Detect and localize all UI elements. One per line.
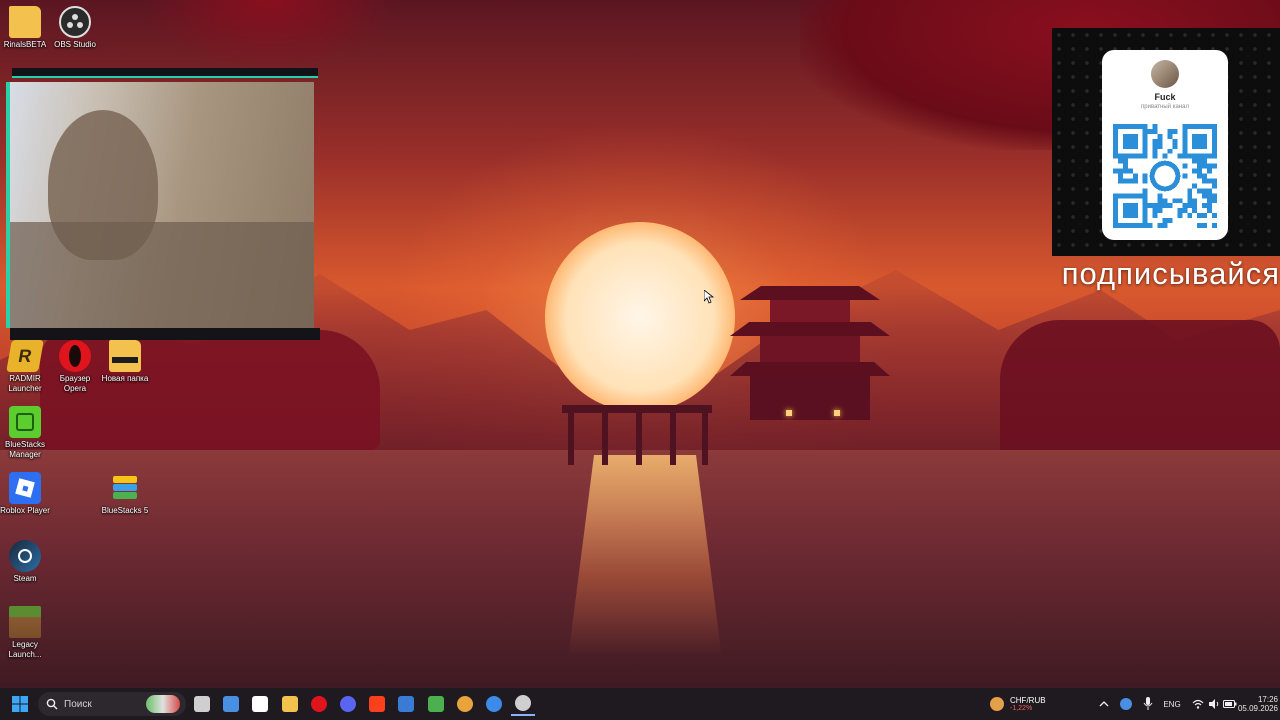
desktop-icon-label: BlueStacks Manager bbox=[4, 440, 46, 459]
subscribe-caption: подписывайся bbox=[1061, 256, 1280, 291]
minecraft-icon bbox=[9, 606, 41, 638]
desktop: RinalsBETA OBS Studio R RADMIR Launcher … bbox=[0, 0, 1280, 688]
radeon-icon bbox=[486, 696, 502, 712]
bluestacks-icon bbox=[109, 472, 141, 504]
taskbar-app-radeon[interactable] bbox=[482, 692, 506, 716]
taskbar-app-opera[interactable] bbox=[307, 692, 331, 716]
taskbar-app-widgets[interactable] bbox=[219, 692, 243, 716]
roblox-icon bbox=[9, 472, 41, 504]
currency-widget[interactable]: CHF/RUB -1,22% bbox=[990, 692, 1050, 716]
taskbar-app-obs[interactable] bbox=[511, 692, 535, 716]
clock-time: 17:26 bbox=[1257, 695, 1278, 704]
microsoft-store-icon bbox=[398, 696, 414, 712]
wallpaper-sun bbox=[545, 222, 735, 412]
channel-name: Fuck bbox=[1154, 92, 1176, 102]
steam-icon bbox=[9, 540, 41, 572]
show-hidden-icons-button[interactable] bbox=[1092, 692, 1116, 716]
desktop-icon-roblox-player[interactable]: Roblox Player bbox=[0, 472, 50, 516]
obs-icon bbox=[515, 695, 531, 711]
radmir-icon: R bbox=[6, 340, 44, 372]
yandex-icon bbox=[369, 696, 385, 712]
chromium-icon bbox=[457, 696, 473, 712]
tray-app-button[interactable] bbox=[1114, 692, 1138, 716]
taskbar-app-task-view[interactable] bbox=[190, 692, 214, 716]
webcam-header-bar bbox=[12, 68, 318, 78]
taskbar: Поиск CHF/RUB -1,22% ENG 17:26 05.09.202… bbox=[0, 688, 1280, 720]
qr-card: Fuck приватный канал bbox=[1102, 50, 1228, 240]
channel-type: приватный канал bbox=[1141, 104, 1189, 110]
taskbar-app-discord[interactable] bbox=[336, 692, 360, 716]
desktop-icon-label: Новая папка bbox=[101, 374, 149, 383]
desktop-icon-label: BlueStacks 5 bbox=[101, 506, 149, 515]
taskbar-app-microsoft-store[interactable] bbox=[394, 692, 418, 716]
microphone-button[interactable] bbox=[1136, 692, 1160, 716]
taskbar-search-box[interactable]: Поиск bbox=[38, 692, 186, 716]
taskbar-app-bluestacks[interactable] bbox=[424, 692, 448, 716]
desktop-icon-bluestacks-manager[interactable]: BlueStacks Manager bbox=[0, 406, 50, 460]
desktop-icon-obs-studio[interactable]: OBS Studio bbox=[50, 6, 100, 50]
folder-icon bbox=[9, 6, 41, 38]
wallpaper-bridge bbox=[562, 405, 712, 465]
widgets-icon bbox=[223, 696, 239, 712]
obs-icon bbox=[59, 6, 91, 38]
webcam-feed bbox=[10, 82, 314, 328]
opera-icon bbox=[311, 696, 327, 712]
task-view-icon bbox=[194, 696, 210, 712]
desktop-icon-label: Roblox Player bbox=[0, 506, 50, 515]
taskbar-app-file-explorer[interactable] bbox=[278, 692, 302, 716]
folder-icon bbox=[109, 340, 141, 372]
qr-code bbox=[1113, 124, 1217, 228]
desktop-icon-rinalsbeta[interactable]: RinalsBETA bbox=[0, 6, 50, 50]
search-icon bbox=[46, 698, 58, 710]
bluestacks-manager-icon bbox=[9, 406, 41, 438]
channel-avatar bbox=[1151, 60, 1179, 88]
webcam-overlay bbox=[0, 68, 320, 340]
chevron-up-icon bbox=[1099, 701, 1109, 707]
tray-app-icon bbox=[1120, 698, 1132, 710]
clock-date: 05.09.2026 bbox=[1237, 704, 1278, 713]
microphone-icon bbox=[1143, 697, 1153, 710]
desktop-icon-new-folder[interactable]: Новая папка bbox=[100, 340, 150, 384]
desktop-icon-radmir-launcher[interactable]: R RADMIR Launcher bbox=[0, 340, 50, 394]
desktop-icon-label: Steam bbox=[13, 574, 37, 583]
desktop-icon-label: Legacy Launch... bbox=[8, 640, 42, 659]
desktop-icon-bluestacks-5[interactable]: BlueStacks 5 bbox=[100, 472, 150, 516]
desktop-icon-opera[interactable]: Браузер Opera bbox=[50, 340, 100, 394]
webcam-frame-bottom bbox=[10, 328, 320, 340]
wallpaper-pagoda bbox=[730, 272, 890, 452]
search-highlight-image bbox=[146, 695, 180, 713]
windows-icon bbox=[12, 696, 28, 712]
search-placeholder: Поиск bbox=[64, 698, 92, 710]
qr-widget: Fuck приватный канал bbox=[1052, 28, 1280, 256]
discord-icon bbox=[340, 696, 356, 712]
start-button[interactable] bbox=[8, 692, 32, 716]
clock[interactable]: 17:26 05.09.2026 bbox=[1236, 692, 1278, 716]
desktop-icon-legacy-launcher[interactable]: Legacy Launch... bbox=[0, 606, 50, 660]
desktop-icon-steam[interactable]: Steam bbox=[0, 540, 50, 584]
currency-icon bbox=[990, 697, 1004, 711]
file-explorer-icon bbox=[282, 696, 298, 712]
desktop-icon-label: RADMIR Launcher bbox=[8, 374, 42, 393]
currency-change: -1,22% bbox=[1010, 705, 1033, 712]
desktop-icon-label: Браузер Opera bbox=[59, 374, 91, 393]
mouse-cursor-icon bbox=[704, 290, 714, 304]
taskbar-app-chromium[interactable] bbox=[453, 692, 477, 716]
taskbar-app-yandex[interactable] bbox=[365, 692, 389, 716]
taskbar-app-yandex-browser[interactable] bbox=[248, 692, 272, 716]
desktop-icon-label: OBS Studio bbox=[54, 40, 96, 49]
bluestacks-icon bbox=[428, 696, 444, 712]
opera-icon bbox=[59, 340, 91, 372]
battery-icon bbox=[1223, 700, 1237, 708]
yandex-browser-icon bbox=[252, 696, 268, 712]
desktop-icon-label: RinalsBETA bbox=[3, 40, 47, 49]
currency-pair: CHF/RUB bbox=[1010, 696, 1046, 705]
language-indicator[interactable]: ENG bbox=[1160, 692, 1184, 716]
wallpaper-canopy bbox=[140, 0, 400, 70]
